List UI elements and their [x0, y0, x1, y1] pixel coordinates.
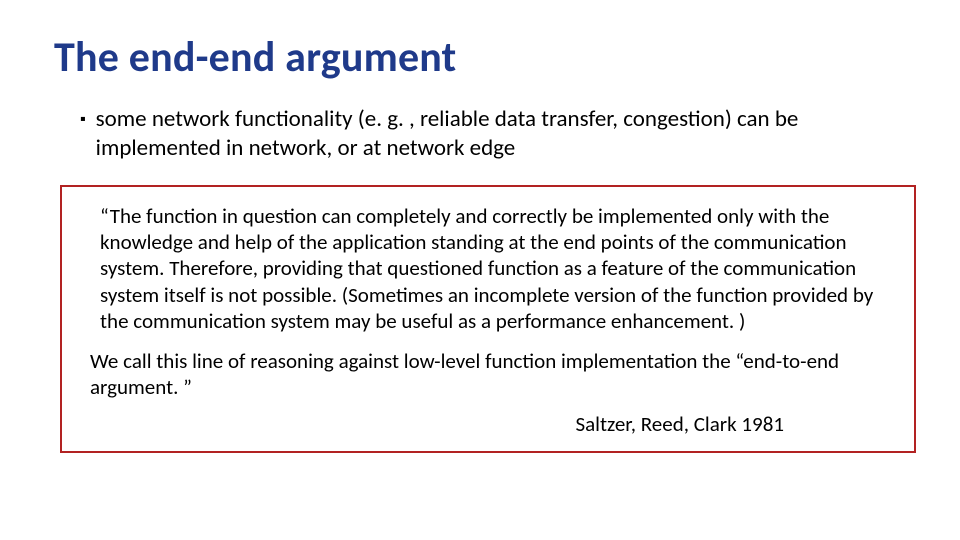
bullet-text: some network functionality (e. g. , reli…	[96, 105, 900, 164]
quote-box: “The function in question can completely…	[60, 185, 916, 453]
bullet-item: ▪ some network functionality (e. g. , re…	[0, 83, 960, 164]
attribution: Saltzer, Reed, Clark 1981	[90, 411, 894, 437]
square-bullet-icon: ▪	[80, 110, 86, 130]
quote-paragraph-1: “The function in question can completely…	[90, 203, 894, 334]
quote-paragraph-2: We call this line of reasoning against l…	[90, 348, 894, 401]
slide-title: The end-end argument	[0, 0, 960, 83]
